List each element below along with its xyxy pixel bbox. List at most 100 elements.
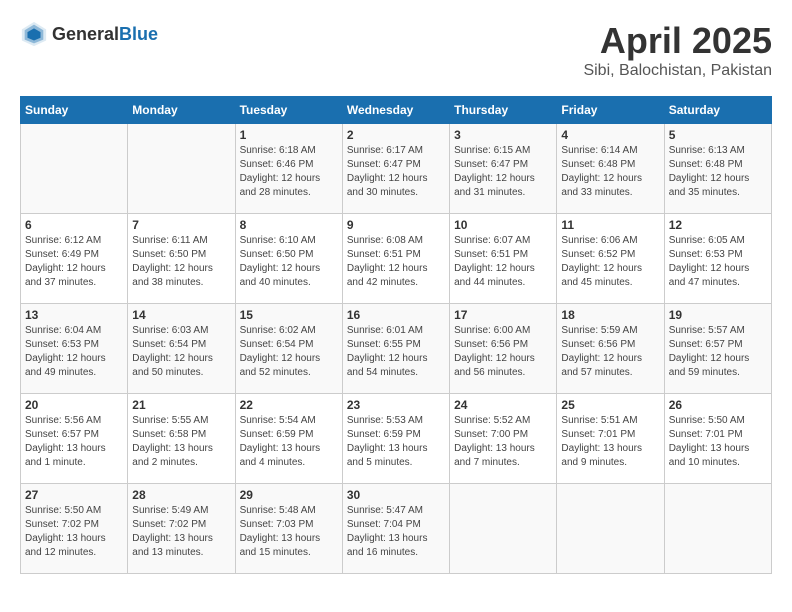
calendar-cell: 18Sunrise: 5:59 AMSunset: 6:56 PMDayligh… <box>557 304 664 394</box>
daylight-text: Daylight: 13 hours and 13 minutes. <box>132 532 230 560</box>
calendar-cell <box>557 484 664 574</box>
sunrise-text: Sunrise: 6:08 AM <box>347 234 445 248</box>
sunset-text: Sunset: 6:57 PM <box>669 338 767 352</box>
calendar-cell: 13Sunrise: 6:04 AMSunset: 6:53 PMDayligh… <box>21 304 128 394</box>
daylight-text: Daylight: 12 hours and 28 minutes. <box>240 172 338 200</box>
day-number: 26 <box>669 398 767 412</box>
day-info: Sunrise: 6:11 AMSunset: 6:50 PMDaylight:… <box>132 234 230 290</box>
calendar-cell <box>21 124 128 214</box>
calendar-cell: 25 Sunrise: 5:51 AMSunset: 7:01 PMDayligh… <box>557 394 664 484</box>
day-info: Sunrise: 6:06 AMSunset: 6:52 PMDaylight:… <box>561 234 659 290</box>
day-info: Sunrise: 6:12 AMSunset: 6:49 PMDaylight:… <box>25 234 123 290</box>
sunrise-text: Sunrise: 5:57 AM <box>669 324 767 338</box>
calendar-cell: 28Sunrise: 5:49 AMSunset: 7:02 PMDayligh… <box>128 484 235 574</box>
daylight-text: Daylight: 12 hours and 44 minutes. <box>454 262 552 290</box>
calendar-cell: 9Sunrise: 6:08 AMSunset: 6:51 PMDaylight… <box>342 214 449 304</box>
logo: GeneralBlue <box>20 20 158 48</box>
sunset-text: Sunset: 6:59 PM <box>347 428 445 442</box>
day-number: 7 <box>132 218 230 232</box>
daylight-text: Daylight: 12 hours and 35 minutes. <box>669 172 767 200</box>
calendar-cell: 22Sunrise: 5:54 AMSunset: 6:59 PMDayligh… <box>235 394 342 484</box>
daylight-text: Daylight: 13 hours and 12 minutes. <box>25 532 123 560</box>
sunset-text: Sunset: 6:56 PM <box>561 338 659 352</box>
calendar-cell: 26Sunrise: 5:50 AMSunset: 7:01 PMDayligh… <box>664 394 771 484</box>
logo-text: GeneralBlue <box>52 24 158 45</box>
daylight-text: Daylight: 12 hours and 37 minutes. <box>25 262 123 290</box>
weekday-header-friday: Friday <box>557 97 664 124</box>
calendar-week-5: 27Sunrise: 5:50 AMSunset: 7:02 PMDayligh… <box>21 484 772 574</box>
sunset-text: Sunset: 6:57 PM <box>25 428 123 442</box>
sunrise-text: Sunrise: 6:17 AM <box>347 144 445 158</box>
daylight-text: Daylight: 13 hours and 9 minutes. <box>561 442 659 470</box>
day-info: Sunrise: 5:53 AMSunset: 6:59 PMDaylight:… <box>347 414 445 470</box>
day-info: Sunrise: 6:00 AMSunset: 6:56 PMDaylight:… <box>454 324 552 380</box>
sunset-text: Sunset: 6:47 PM <box>454 158 552 172</box>
calendar-cell: 4Sunrise: 6:14 AMSunset: 6:48 PMDaylight… <box>557 124 664 214</box>
day-number: 1 <box>240 128 338 142</box>
page-header: GeneralBlue April 2025 Sibi, Balochistan… <box>20 20 772 80</box>
daylight-text: Daylight: 13 hours and 16 minutes. <box>347 532 445 560</box>
sunset-text: Sunset: 7:01 PM <box>669 428 767 442</box>
calendar-cell: 19Sunrise: 5:57 AMSunset: 6:57 PMDayligh… <box>664 304 771 394</box>
sunrise-text: Sunrise: 6:03 AM <box>132 324 230 338</box>
daylight-text: Daylight: 12 hours and 47 minutes. <box>669 262 767 290</box>
sunrise-text: Sunrise: 6:14 AM <box>561 144 659 158</box>
calendar-week-2: 6Sunrise: 6:12 AMSunset: 6:49 PMDaylight… <box>21 214 772 304</box>
day-number: 4 <box>561 128 659 142</box>
calendar-cell: 14Sunrise: 6:03 AMSunset: 6:54 PMDayligh… <box>128 304 235 394</box>
day-info: Sunrise: 6:08 AMSunset: 6:51 PMDaylight:… <box>347 234 445 290</box>
sunset-text: Sunset: 6:59 PM <box>240 428 338 442</box>
calendar-cell: 6Sunrise: 6:12 AMSunset: 6:49 PMDaylight… <box>21 214 128 304</box>
daylight-text: Daylight: 12 hours and 57 minutes. <box>561 352 659 380</box>
calendar-week-1: 1Sunrise: 6:18 AMSunset: 6:46 PMDaylight… <box>21 124 772 214</box>
title-area: April 2025 Sibi, Balochistan, Pakistan <box>583 20 772 80</box>
weekday-header-thursday: Thursday <box>450 97 557 124</box>
day-info: Sunrise: 6:18 AMSunset: 6:46 PMDaylight:… <box>240 144 338 200</box>
daylight-text: Daylight: 12 hours and 59 minutes. <box>669 352 767 380</box>
calendar-cell: 24Sunrise: 5:52 AMSunset: 7:00 PMDayligh… <box>450 394 557 484</box>
day-info: Sunrise: 6:10 AMSunset: 6:50 PMDaylight:… <box>240 234 338 290</box>
day-info: Sunrise: 6:07 AMSunset: 6:51 PMDaylight:… <box>454 234 552 290</box>
sunset-text: Sunset: 6:53 PM <box>669 248 767 262</box>
calendar-cell: 12Sunrise: 6:05 AMSunset: 6:53 PMDayligh… <box>664 214 771 304</box>
sunset-text: Sunset: 6:48 PM <box>669 158 767 172</box>
sunset-text: Sunset: 7:03 PM <box>240 518 338 532</box>
calendar-cell: 5Sunrise: 6:13 AMSunset: 6:48 PMDaylight… <box>664 124 771 214</box>
calendar-week-4: 20Sunrise: 5:56 AMSunset: 6:57 PMDayligh… <box>21 394 772 484</box>
calendar-header: SundayMondayTuesdayWednesdayThursdayFrid… <box>21 97 772 124</box>
calendar-cell: 20Sunrise: 5:56 AMSunset: 6:57 PMDayligh… <box>21 394 128 484</box>
sunrise-text: Sunrise: 6:07 AM <box>454 234 552 248</box>
day-number: 29 <box>240 488 338 502</box>
daylight-text: Daylight: 12 hours and 52 minutes. <box>240 352 338 380</box>
day-number: 14 <box>132 308 230 322</box>
day-number: 27 <box>25 488 123 502</box>
sunset-text: Sunset: 7:01 PM <box>561 428 659 442</box>
sunrise-text: Sunrise: 5:51 AM <box>561 414 659 428</box>
day-number: 13 <box>25 308 123 322</box>
calendar-cell: 2Sunrise: 6:17 AMSunset: 6:47 PMDaylight… <box>342 124 449 214</box>
day-number: 2 <box>347 128 445 142</box>
daylight-text: Daylight: 12 hours and 42 minutes. <box>347 262 445 290</box>
day-number: 25 <box>561 398 659 412</box>
day-number: 30 <box>347 488 445 502</box>
day-info: Sunrise: 5:59 AMSunset: 6:56 PMDaylight:… <box>561 324 659 380</box>
logo-general: General <box>52 24 119 44</box>
sunrise-text: Sunrise: 6:04 AM <box>25 324 123 338</box>
sunset-text: Sunset: 6:55 PM <box>347 338 445 352</box>
daylight-text: Daylight: 13 hours and 5 minutes. <box>347 442 445 470</box>
daylight-text: Daylight: 12 hours and 49 minutes. <box>25 352 123 380</box>
sunset-text: Sunset: 6:46 PM <box>240 158 338 172</box>
sunrise-text: Sunrise: 6:00 AM <box>454 324 552 338</box>
sunrise-text: Sunrise: 6:15 AM <box>454 144 552 158</box>
calendar-cell <box>664 484 771 574</box>
sunrise-text: Sunrise: 6:18 AM <box>240 144 338 158</box>
day-number: 8 <box>240 218 338 232</box>
day-number: 15 <box>240 308 338 322</box>
sunrise-text: Sunrise: 5:52 AM <box>454 414 552 428</box>
day-number: 5 <box>669 128 767 142</box>
day-info: Sunrise: 5:52 AMSunset: 7:00 PMDaylight:… <box>454 414 552 470</box>
calendar-cell <box>450 484 557 574</box>
sunset-text: Sunset: 6:49 PM <box>25 248 123 262</box>
sunset-text: Sunset: 7:04 PM <box>347 518 445 532</box>
sunrise-text: Sunrise: 5:54 AM <box>240 414 338 428</box>
